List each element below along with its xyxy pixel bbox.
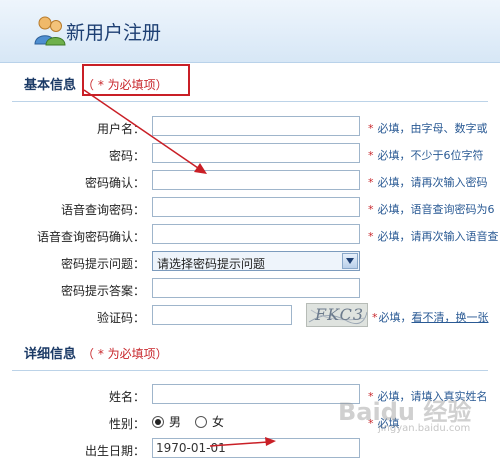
people-icon	[34, 16, 66, 46]
birthday-input[interactable]	[152, 438, 360, 458]
form-row-captcha: 验证码： FKC3 *必填，看不清，换一张	[0, 303, 500, 329]
gender-female-radio[interactable]	[195, 416, 208, 428]
username-hint: * 必填，由字母、数字或	[368, 122, 488, 135]
gender-male-radio[interactable]	[152, 416, 164, 428]
form-row-birthday: 出生日期：	[0, 438, 500, 462]
gender-female-label: 女	[212, 415, 225, 429]
section-divider	[12, 370, 488, 371]
gender-male-label: 男	[169, 415, 182, 429]
username-label: 用户名：	[96, 122, 145, 136]
password-confirm-input[interactable]	[152, 170, 360, 190]
detail-required-note: （ * 为必填项）	[82, 347, 168, 361]
password-hint: * 必填，不少于6位字符	[368, 149, 484, 162]
watermark-url: jingyan.baidu.com	[378, 423, 471, 434]
basic-info-heading: 基本信息	[24, 78, 77, 93]
captcha-hint: *必填，看不清，换一张	[372, 311, 489, 324]
question-select[interactable]: 请选择密码提示问题	[152, 251, 360, 271]
voice-password-input[interactable]	[152, 197, 360, 217]
form-row-voice-password-confirm: 语音查询密码确认： * 必填，请再次输入语音查	[0, 224, 500, 248]
voice-password-confirm-hint: * 必填，请再次输入语音查	[368, 230, 499, 243]
voice-password-confirm-label: 语音查询密码确认：	[36, 230, 145, 244]
detail-info-heading: 详细信息	[24, 347, 77, 362]
username-input[interactable]	[152, 116, 360, 136]
watermark-logo: Baidu 经验	[338, 398, 472, 426]
answer-label: 密码提示答案：	[60, 284, 145, 298]
form-row-answer: 密码提示答案：	[0, 278, 500, 302]
form-row-password-confirm: 密码确认： * 必填，请再次输入密码	[0, 170, 500, 194]
answer-input[interactable]	[152, 278, 360, 298]
password-confirm-label: 密码确认：	[84, 176, 145, 190]
form-row-username: 用户名： * 必填，由字母、数字或	[0, 116, 500, 140]
name-label: 姓名：	[108, 390, 145, 404]
captcha-input[interactable]	[152, 305, 292, 325]
password-input[interactable]	[152, 143, 360, 163]
voice-password-hint: * 必填，语音查询密码为6	[368, 203, 495, 216]
captcha-image[interactable]: FKC3	[306, 303, 368, 327]
captcha-text: FKC3	[315, 305, 365, 324]
form-row-voice-password: 语音查询密码： * 必填，语音查询密码为6	[0, 197, 500, 221]
page-title: 新用户注册	[66, 22, 162, 44]
question-selected: 请选择密码提示问题	[157, 257, 266, 271]
gender-label: 性别：	[108, 417, 145, 431]
gender-radio-group: 男女	[152, 413, 238, 430]
password-confirm-hint: * 必填，请再次输入密码	[368, 176, 488, 189]
captcha-label: 验证码：	[96, 311, 145, 325]
question-label: 密码提示问题：	[60, 257, 145, 271]
birthday-label: 出生日期：	[84, 444, 145, 458]
form-row-question: 密码提示问题： 请选择密码提示问题	[0, 251, 500, 275]
detail-info-title: 详细信息 （ * 为必填项）	[24, 343, 168, 362]
page-header: 新用户注册	[0, 0, 500, 63]
voice-password-confirm-input[interactable]	[152, 224, 360, 244]
select-arrow-button[interactable]	[342, 253, 358, 269]
voice-password-label: 语音查询密码：	[60, 203, 145, 217]
refresh-captcha-link[interactable]: 看不清，换一张	[412, 311, 489, 324]
chevron-down-icon	[346, 258, 354, 264]
name-input[interactable]	[152, 384, 360, 404]
form-row-password: 密码： * 必填，不少于6位字符	[0, 143, 500, 167]
password-label: 密码：	[108, 149, 145, 163]
section-divider	[12, 101, 488, 102]
highlight-box	[82, 64, 190, 96]
